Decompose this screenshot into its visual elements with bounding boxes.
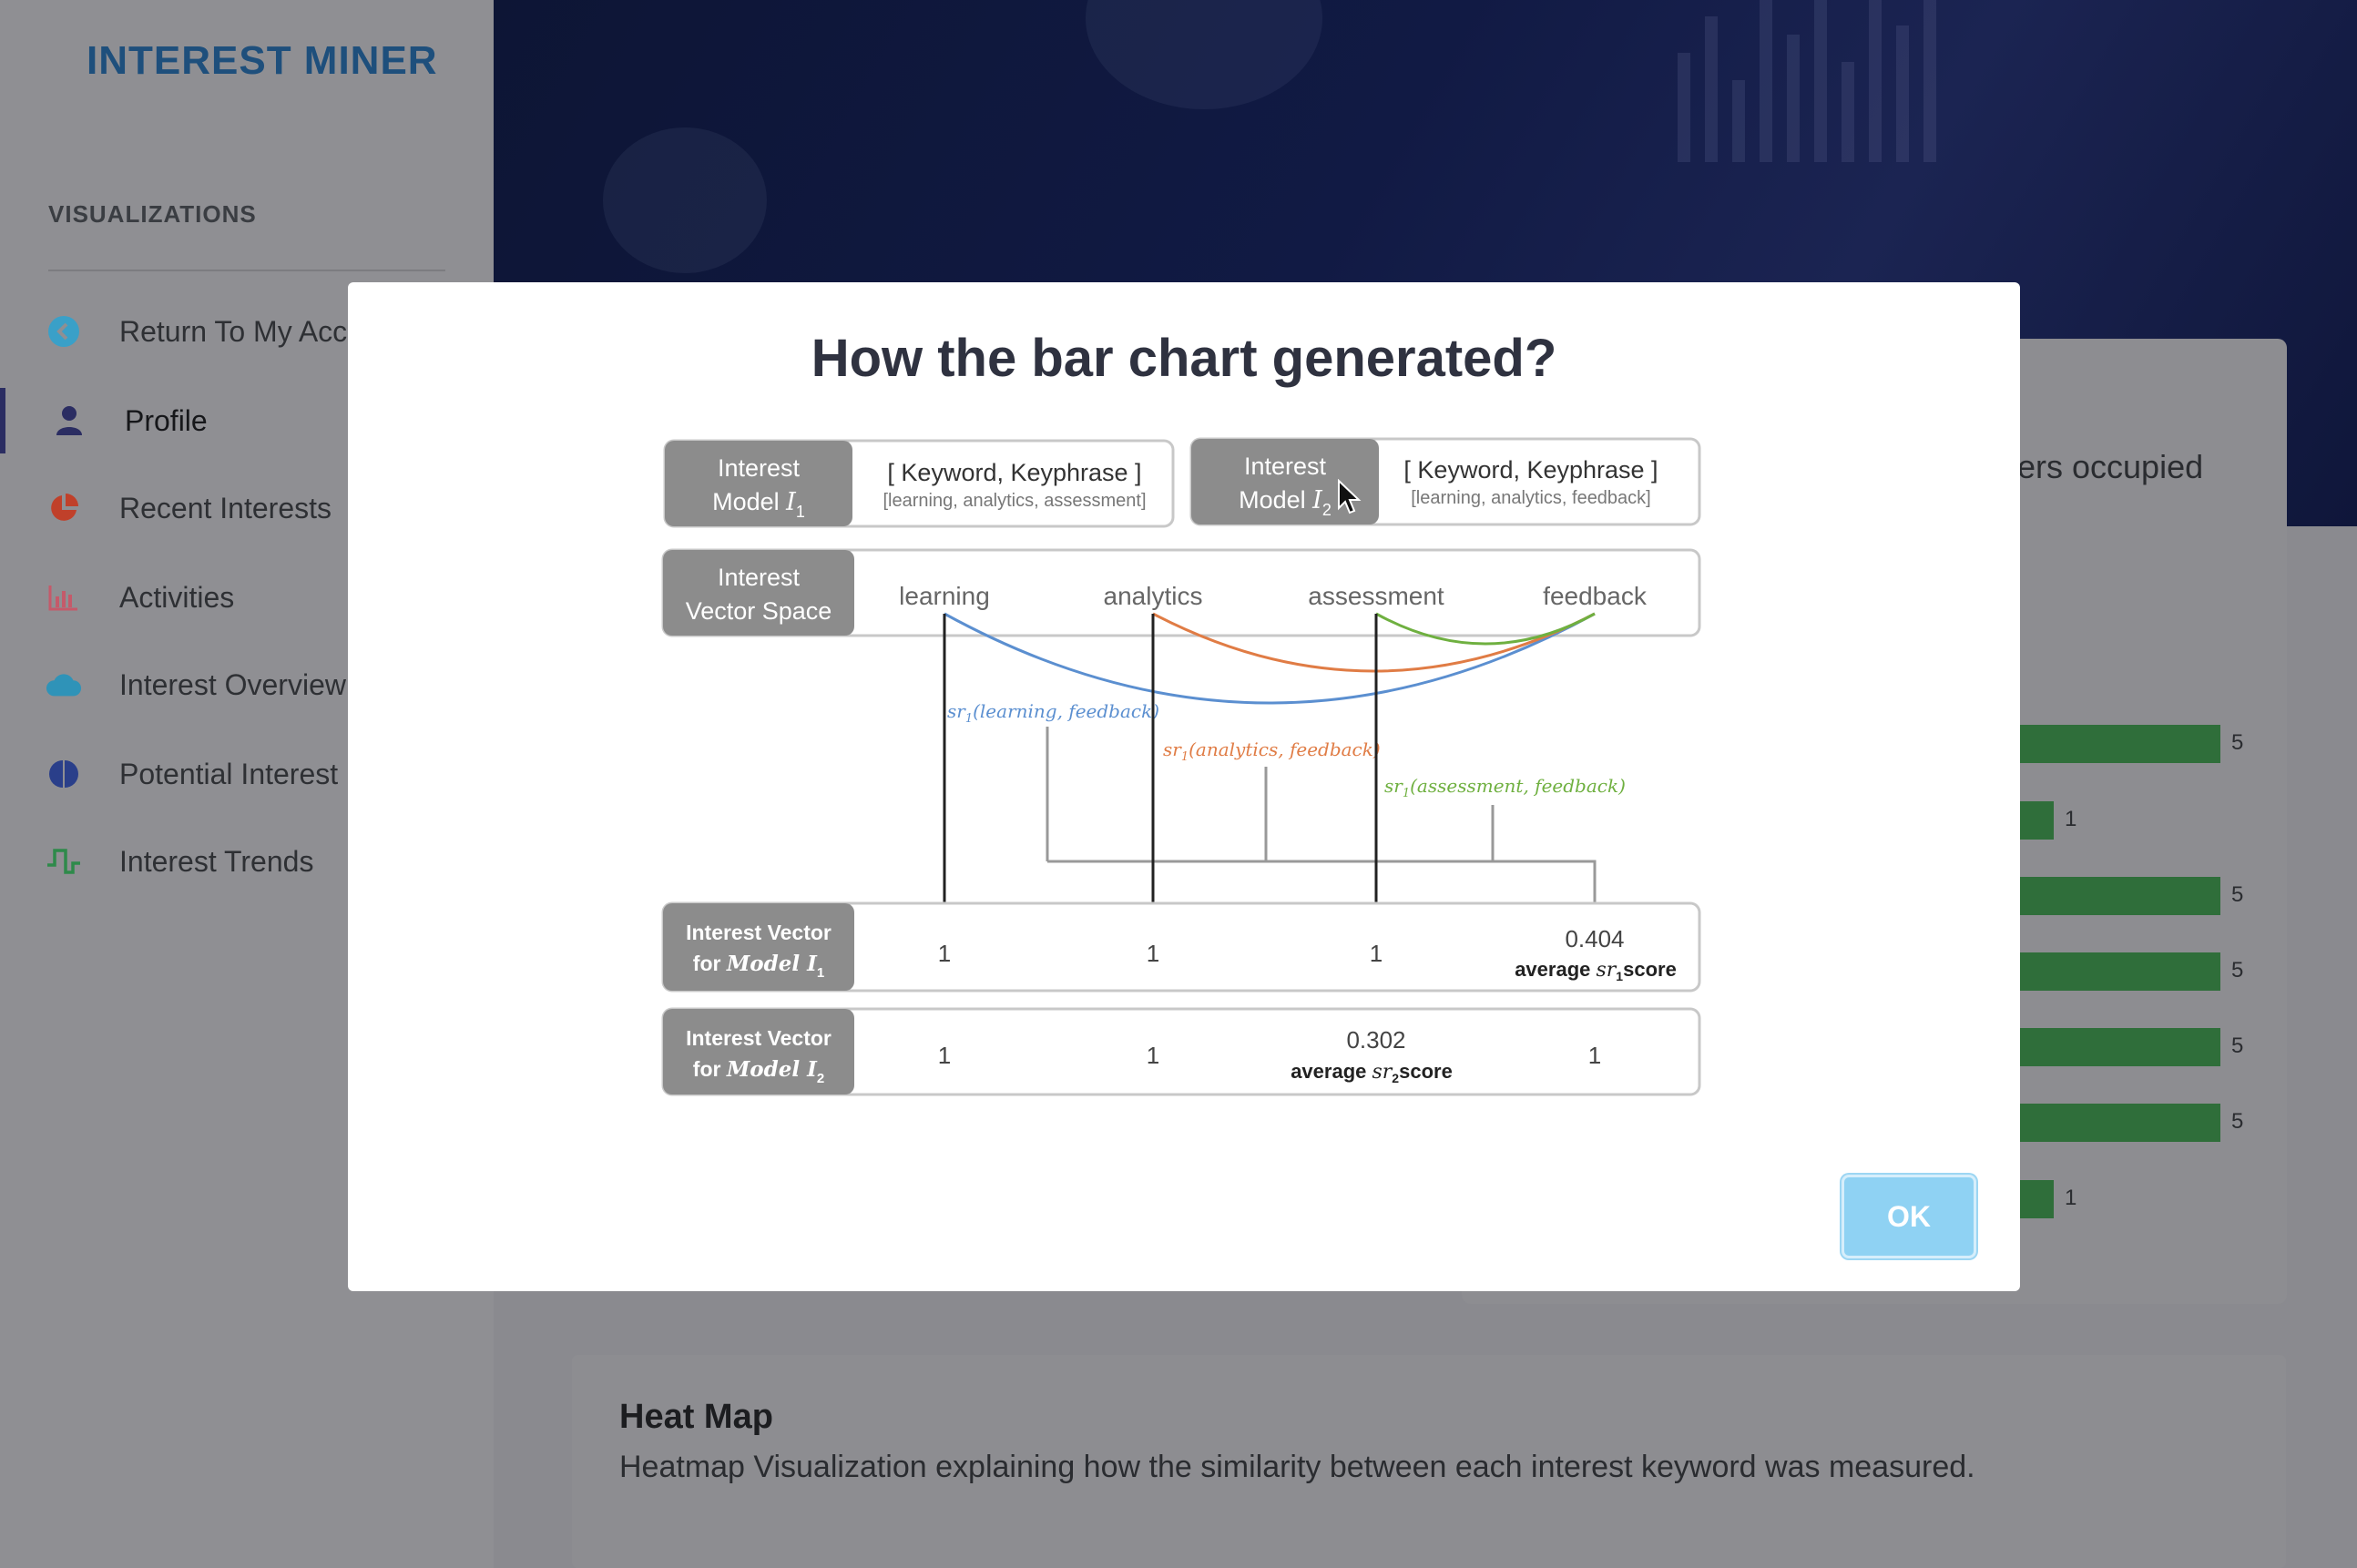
- bar-chart-explanation-diagram: Interest Model I1 [ Keyword, Keyphrase ]…: [661, 437, 1701, 1096]
- background-bar-label: 1: [2065, 1186, 2077, 1210]
- vector2-value-assessment: 0.302: [1346, 1026, 1405, 1054]
- background-bar-label: 5: [2231, 882, 2244, 907]
- vector2-value-learning: 1: [938, 1042, 951, 1069]
- svg-text:Interest Vector: Interest Vector: [686, 921, 832, 944]
- term-learning: learning: [899, 582, 990, 610]
- similarity-label-assessment-feedback: sr1(assessment, feedback): [1384, 775, 1626, 800]
- vector2-score-note: average sr2score: [1291, 1060, 1453, 1085]
- vector1-score-note: average sr1score: [1515, 958, 1677, 983]
- term-analytics: analytics: [1104, 582, 1203, 610]
- vector2-value-feedback: 1: [1588, 1042, 1601, 1069]
- sidebar-item-label: Profile: [125, 403, 208, 437]
- sidebar-item-label: Interest Trends: [119, 844, 314, 878]
- interest-vector-model-2: Interest Vector for Model I2 1 1 0.302 a…: [661, 1007, 1701, 1096]
- sidebar-divider: [48, 270, 445, 271]
- svg-text:Interest Vector: Interest Vector: [686, 1026, 832, 1050]
- model-1-label-line2: Model: [712, 488, 786, 515]
- term-feedback: feedback: [1543, 582, 1648, 610]
- model-2-keywords-title: [ Keyword, Keyphrase ]: [1403, 456, 1658, 484]
- sidebar-section-heading: VISUALIZATIONS: [48, 200, 257, 228]
- app-brand[interactable]: INTEREST MINER: [87, 38, 438, 84]
- sidebar-item-label: Activities: [119, 580, 235, 614]
- sidebar-item-label: Interest Overview: [119, 667, 346, 701]
- model-2-label-line2: Model: [1239, 486, 1312, 514]
- sidebar-item-label: Return To My Acc: [119, 314, 348, 348]
- sidebar-item-label: Recent Interests: [119, 491, 332, 524]
- interest-vector-space: Interest Vector Space learning analytics…: [661, 548, 1701, 637]
- vector1-value-assessment: 1: [1370, 940, 1383, 967]
- similarity-label-learning-feedback: sr1(learning, feedback): [947, 700, 1159, 726]
- cloud-icon: [46, 667, 82, 703]
- vector1-value-feedback: 0.404: [1565, 925, 1624, 952]
- model-2-keywords: [learning, analytics, feedback]: [1411, 488, 1651, 508]
- interest-model-2: Interest Model I2 [ Keyword, Keyphrase ]…: [1189, 437, 1701, 526]
- explanation-modal: How the bar chart generated? Interest Mo…: [348, 282, 2020, 1291]
- background-bar-label: 5: [2231, 1109, 2244, 1134]
- model-1-label-line1: Interest: [718, 454, 801, 482]
- heatmap-description: Heatmap Visualization explaining how the…: [619, 1450, 1975, 1484]
- ok-button[interactable]: OK: [1842, 1175, 1976, 1258]
- vector-space-label-line1: Interest: [718, 564, 801, 591]
- bar-chart-icon: [46, 579, 82, 616]
- model-2-label-line1: Interest: [1244, 453, 1327, 480]
- background-bar-label: 5: [2231, 730, 2244, 755]
- vector-space-label-line2: Vector Space: [686, 597, 832, 625]
- pulse-icon: [46, 843, 82, 880]
- model-1-keywords-title: [ Keyword, Keyphrase ]: [887, 459, 1141, 486]
- background-bar-label: 1: [2065, 807, 2077, 831]
- interest-vector-model-1: Interest Vector for Model I1 1 1 1 0.404…: [661, 901, 1701, 993]
- vector2-value-analytics: 1: [1147, 1042, 1159, 1069]
- vector1-value-learning: 1: [938, 940, 951, 967]
- user-icon: [51, 402, 87, 439]
- chevron-left-circle-icon: [46, 313, 82, 350]
- similarity-label-analytics-feedback: sr1(analytics, feedback): [1163, 738, 1381, 764]
- sidebar-item-label: Potential Interest: [119, 757, 339, 790]
- background-bar-label: 5: [2231, 958, 2244, 983]
- vector1-value-analytics: 1: [1147, 940, 1159, 967]
- mouse-cursor-icon: [1338, 479, 1362, 514]
- term-assessment: assessment: [1308, 582, 1444, 610]
- background-bar-label: 5: [2231, 1033, 2244, 1058]
- heatmap-title: Heat Map: [619, 1398, 773, 1436]
- brain-icon: [46, 756, 82, 792]
- pie-chart-icon: [46, 490, 82, 526]
- model-1-keywords: [learning, analytics, assessment]: [883, 491, 1146, 511]
- background-card-text: ers occupied: [2017, 448, 2204, 485]
- interest-model-1: Interest Model I1 [ Keyword, Keyphrase ]…: [663, 439, 1175, 528]
